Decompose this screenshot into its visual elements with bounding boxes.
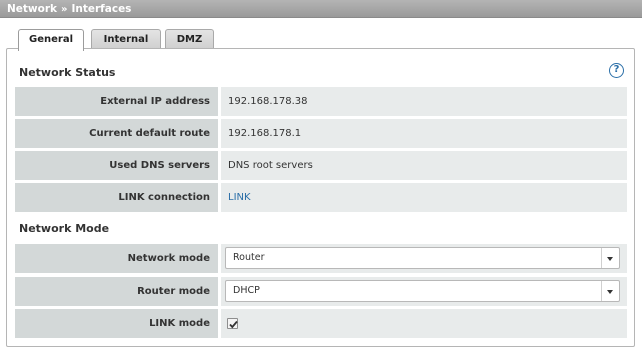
checkmark-icon [229,320,238,329]
link-mode-checkbox[interactable] [227,318,238,329]
row-external-ip: External IP address 192.168.178.38 [15,87,627,116]
external-ip-label: External IP address [15,87,218,116]
row-network-mode: Network mode Router [15,244,627,273]
link-connection-link[interactable]: LINK [228,192,251,203]
network-mode-select[interactable]: Router [225,247,620,269]
row-default-route: Current default route 192.168.178.1 [15,119,627,148]
link-mode-label: LINK mode [15,309,218,338]
link-mode-cell [221,309,627,338]
network-mode-label: Network mode [15,244,218,273]
router-mode-label: Router mode [15,277,218,306]
network-mode-value: Router [233,252,265,263]
tab-dmz[interactable]: DMZ [165,29,214,49]
breadcrumb-network[interactable]: Network [7,3,57,15]
default-route-label: Current default route [15,119,218,148]
link-connection-value: LINK [221,183,627,212]
row-link-connection: LINK connection LINK [15,183,627,212]
breadcrumb-interfaces: Interfaces [71,3,132,15]
network-mode-title: Network Mode [19,222,110,235]
router-mode-value: DHCP [233,285,260,296]
link-connection-label: LINK connection [15,183,218,212]
row-link-mode: LINK mode [15,309,627,338]
help-icon[interactable]: ? [609,63,624,78]
default-route-value: 192.168.178.1 [221,119,627,148]
general-panel: Network Status ? External IP address 192… [6,48,635,347]
tab-general[interactable]: General [18,29,84,51]
router-mode-cell: DHCP [221,277,627,306]
row-router-mode: Router mode DHCP [15,277,627,306]
row-dns-servers: Used DNS servers DNS root servers [15,151,627,180]
router-mode-select[interactable]: DHCP [225,280,620,302]
chevron-down-icon[interactable] [601,281,619,301]
dns-servers-value: DNS root servers [221,151,627,180]
chevron-down-icon[interactable] [601,248,619,268]
breadcrumb: Network » Interfaces [0,0,642,18]
dns-servers-label: Used DNS servers [15,151,218,180]
tab-internal[interactable]: Internal [91,29,161,49]
breadcrumb-separator: » [61,4,68,15]
external-ip-value: 192.168.178.38 [221,87,627,116]
network-mode-cell: Router [221,244,627,273]
network-status-title: Network Status [19,66,116,79]
